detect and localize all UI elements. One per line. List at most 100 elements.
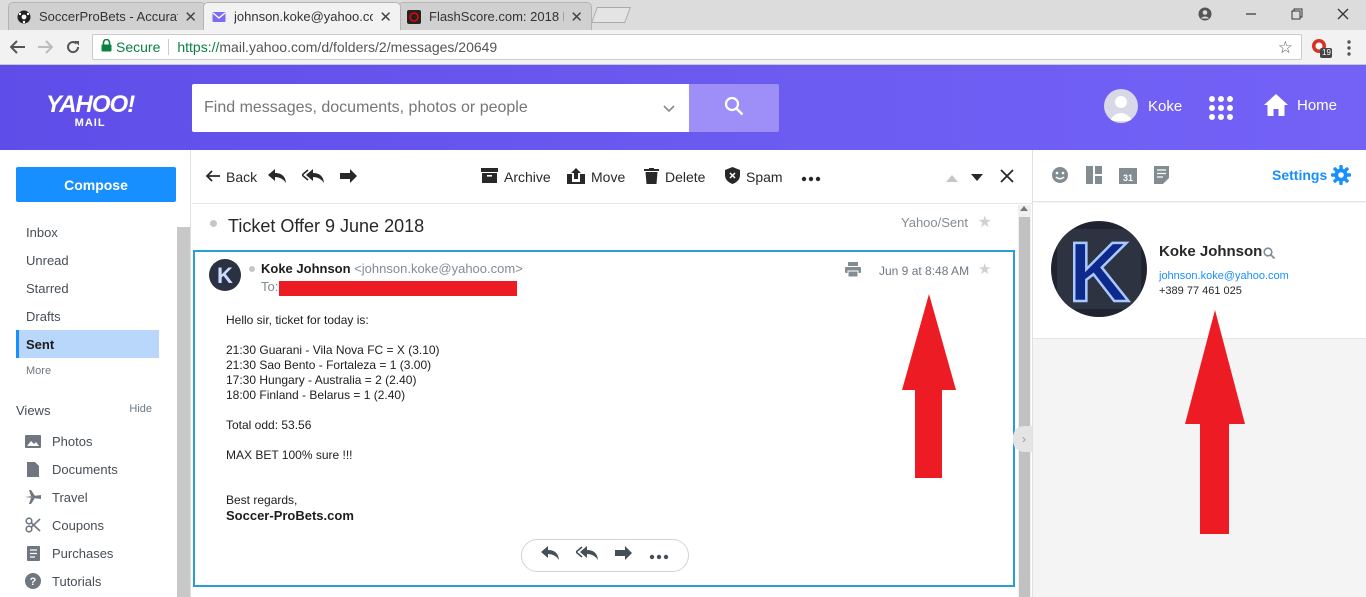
delete-button[interactable]: Delete	[644, 166, 705, 188]
sender-avatar[interactable]: K	[209, 259, 241, 291]
right-pane-toolbar: 31 Settings	[1033, 150, 1366, 202]
reload-icon[interactable]	[62, 36, 84, 58]
profile-icon[interactable]	[1182, 0, 1228, 28]
sender-name[interactable]: Koke Johnson	[261, 261, 351, 276]
back-arrow-icon[interactable]	[7, 36, 29, 58]
contact-name: Koke Johnson	[1159, 243, 1263, 260]
smiley-icon[interactable]	[1051, 166, 1071, 186]
home-link[interactable]: Home	[1263, 93, 1337, 117]
sidebar-scrollbar[interactable]	[177, 227, 190, 597]
view-photos[interactable]: Photos	[24, 427, 164, 455]
folder-starred[interactable]: Starred	[16, 274, 159, 302]
travel-icon	[24, 488, 42, 506]
search-button[interactable]	[689, 84, 779, 132]
browser-tab-yahoo-mail[interactable]: johnson.koke@yahoo.com ✕	[203, 2, 401, 30]
views-header: Views Hide	[16, 403, 152, 418]
message-body: Hello sir, ticket for today is: 21:30 Gu…	[226, 313, 440, 523]
view-documents[interactable]: Documents	[24, 455, 164, 483]
apps-grid-icon[interactable]	[1208, 95, 1234, 121]
view-coupons[interactable]: Coupons	[24, 511, 164, 539]
gear-icon[interactable]	[1331, 165, 1351, 190]
search-input[interactable]	[192, 84, 632, 132]
folder-label: Yahoo/Sent	[901, 215, 968, 230]
settings-link[interactable]: Settings	[1272, 167, 1327, 183]
next-message-button[interactable]	[971, 166, 989, 188]
body-regards: Best regards,	[226, 493, 298, 507]
chevron-down-icon[interactable]	[663, 100, 675, 118]
close-tab-icon[interactable]: ✕	[184, 8, 197, 26]
more-actions-button[interactable]	[801, 166, 827, 188]
browser-toolbar: Secure https:// mail.yahoo.com/d/folders…	[0, 30, 1366, 65]
reply-all-icon[interactable]	[574, 546, 598, 565]
folders-more-link[interactable]: More	[16, 357, 159, 385]
compose-button[interactable]: Compose	[16, 167, 176, 202]
body-greeting: Hello sir, ticket for today is:	[226, 313, 369, 327]
close-window-icon[interactable]	[1320, 0, 1366, 28]
browser-tab-flashscore[interactable]: FlashScore.com: 2018 FIF ✕	[398, 2, 592, 30]
new-tab-button[interactable]	[591, 7, 631, 23]
read-indicator-icon[interactable]	[249, 266, 255, 272]
contact-phone: +389 77 461 025	[1159, 285, 1242, 297]
star-icon[interactable]: ★	[978, 212, 992, 232]
folder-drafts[interactable]: Drafts	[16, 302, 159, 330]
calendar-icon[interactable]: 31	[1119, 166, 1139, 186]
close-tab-icon[interactable]: ✕	[379, 8, 392, 26]
reply-all-button[interactable]	[300, 166, 330, 188]
yahoo-mail-logo[interactable]: YAHOO! MAIL	[46, 91, 135, 129]
folder-inbox[interactable]: Inbox	[16, 218, 159, 246]
notepad-icon[interactable]	[1154, 166, 1174, 186]
search-icon[interactable]	[1263, 246, 1276, 264]
message-card: K Koke Johnson <johnson.koke@yahoo.com> …	[193, 250, 1015, 587]
contact-email[interactable]: johnson.koke@yahoo.com	[1159, 270, 1289, 282]
subject-bar: Ticket Offer 9 June 2018 Yahoo/Sent ★	[192, 205, 1018, 247]
ellipsis-icon[interactable]	[649, 547, 669, 565]
folder-sent[interactable]: Sent	[16, 330, 159, 358]
svg-text:?: ?	[30, 576, 37, 588]
browser-menu-icon[interactable]	[1342, 38, 1356, 58]
view-travel[interactable]: Travel	[24, 483, 164, 511]
view-purchases[interactable]: Purchases	[24, 539, 164, 567]
message-date: Jun 9 at 8:48 AM	[879, 264, 970, 278]
previous-message-button[interactable]	[946, 166, 964, 188]
reply-button[interactable]	[268, 166, 292, 188]
svg-text:K: K	[217, 263, 233, 288]
message-scrollbar[interactable]	[1018, 205, 1031, 597]
redacted-recipient	[279, 281, 517, 296]
address-bar[interactable]: Secure https:// mail.yahoo.com/d/folders…	[92, 34, 1302, 60]
user-profile[interactable]: Koke	[1104, 89, 1182, 123]
views-label: Views	[16, 403, 51, 418]
view-tutorials[interactable]: ? Tutorials	[24, 567, 164, 595]
scrollbar-thumb[interactable]	[1019, 217, 1030, 597]
annotation-arrow-up-contact	[1185, 310, 1245, 534]
move-button[interactable]: Move	[567, 166, 625, 188]
restore-window-icon[interactable]	[1274, 0, 1320, 28]
extension-badge: 19	[1322, 48, 1331, 57]
secure-label: Secure	[116, 39, 161, 55]
bookmark-star-icon[interactable]: ☆	[1278, 38, 1293, 58]
forward-button[interactable]	[340, 166, 363, 188]
close-tab-icon[interactable]: ✕	[570, 8, 583, 26]
read-indicator-icon[interactable]	[210, 220, 217, 227]
folder-unread[interactable]: Unread	[16, 246, 159, 274]
layout-icon[interactable]	[1086, 166, 1106, 186]
minimize-window-icon[interactable]	[1228, 0, 1274, 28]
archive-button[interactable]: Archive	[481, 166, 551, 188]
spam-button[interactable]: Spam	[725, 166, 783, 188]
browser-tab-soccerprobets[interactable]: SoccerProBets - Accurate ✕	[8, 2, 206, 30]
logo-text: YAHOO!	[46, 91, 135, 118]
hide-views-link[interactable]: Hide	[129, 403, 152, 418]
extension-icon[interactable]: 19	[1310, 37, 1332, 59]
view-label: Coupons	[52, 517, 105, 533]
forward-icon[interactable]	[615, 546, 633, 565]
back-label: Back	[226, 169, 258, 185]
back-button[interactable]: Back	[205, 166, 258, 188]
star-icon[interactable]: ★	[978, 260, 991, 278]
close-message-button[interactable]	[1000, 166, 1020, 188]
reply-icon[interactable]	[540, 546, 559, 565]
scroll-up-arrow-icon[interactable]	[1020, 206, 1028, 211]
printer-icon[interactable]	[845, 262, 861, 282]
message-pane: Ticket Offer 9 June 2018 Yahoo/Sent ★ K …	[192, 205, 1018, 597]
tab-title: SoccerProBets - Accurate	[39, 9, 179, 24]
contact-avatar[interactable]: K	[1051, 221, 1147, 317]
forward-arrow-icon[interactable]	[34, 36, 56, 58]
